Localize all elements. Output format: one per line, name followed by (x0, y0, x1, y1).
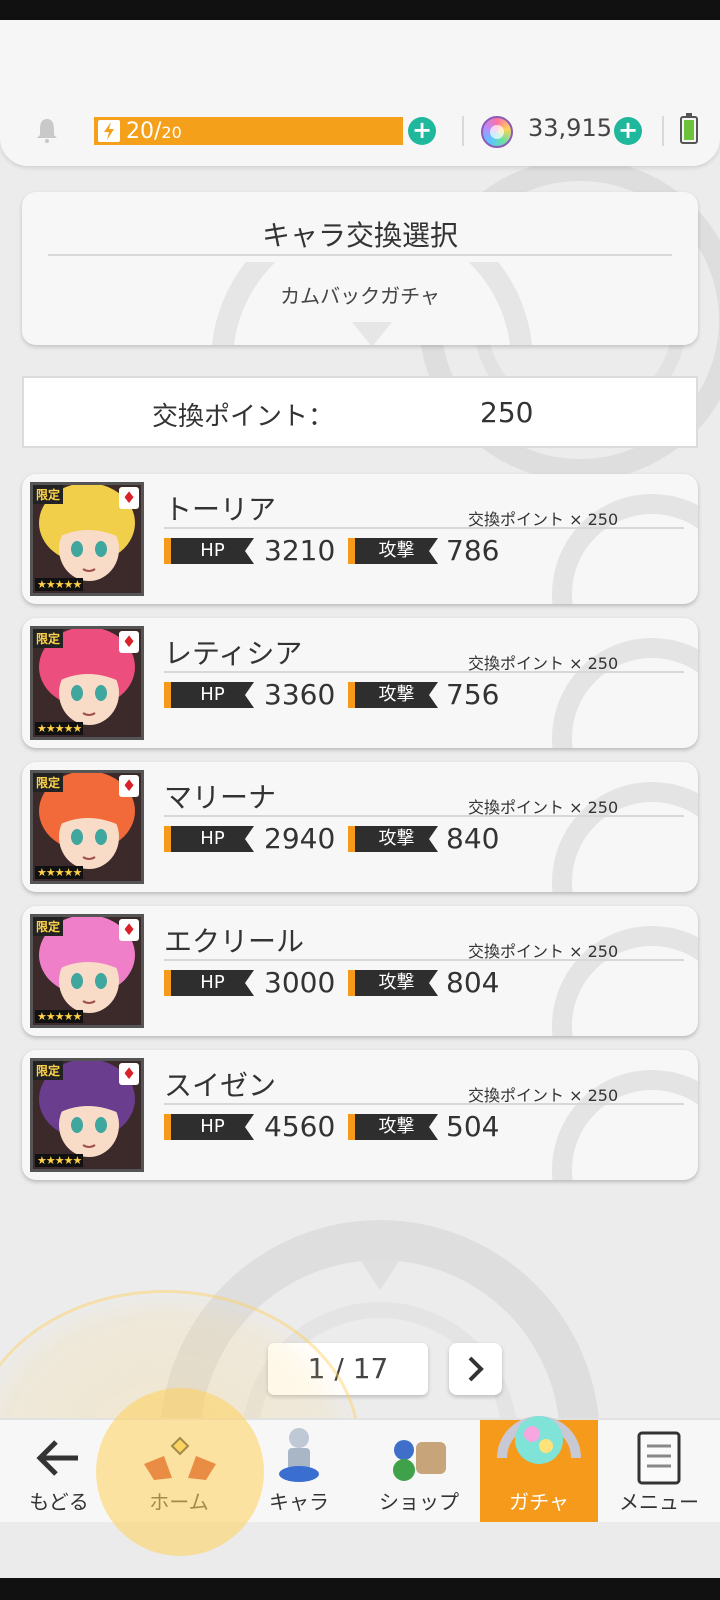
gacha-icon (497, 1416, 581, 1464)
card-divider (164, 959, 684, 961)
rarity-stars: ★★★★★ (35, 1154, 84, 1167)
character-name: トーリア (164, 493, 277, 526)
card-emblem (552, 1070, 698, 1180)
character-card[interactable]: 限定 ♦ ★★★★★ トーリア 交換ポイント × 250 HP 3210 攻撃 … (22, 474, 698, 604)
attack-value: 786 (446, 534, 500, 567)
stamina-text: 20/20 (126, 118, 182, 144)
hp-label: HP (164, 682, 254, 708)
nav-chara[interactable]: キャラ (240, 1420, 358, 1524)
system-status-bar (0, 0, 720, 20)
card-emblem (552, 638, 698, 748)
home-icon (144, 1436, 216, 1480)
chara-icon (279, 1428, 319, 1482)
attack-value: 756 (446, 678, 500, 711)
nav-bottom-strip (0, 1522, 720, 1578)
limited-tag: 限定 (33, 1061, 64, 1080)
hp-label: HP (164, 538, 254, 564)
hp-value: 3000 (264, 966, 336, 999)
nav-menu[interactable]: メニュー (600, 1420, 718, 1524)
attack-value: 840 (446, 822, 500, 855)
menu-icon (637, 1431, 681, 1485)
card-divider (164, 1103, 684, 1105)
character-portrait[interactable]: 限定 ♦ ★★★★★ (30, 482, 144, 596)
character-portrait[interactable]: 限定 ♦ ★★★★★ (30, 626, 144, 740)
diamond-suit-icon: ♦ (119, 775, 139, 797)
system-nav-bar (0, 1578, 720, 1600)
rarity-stars: ★★★★★ (35, 866, 84, 879)
title-divider (48, 254, 672, 256)
card-divider (164, 671, 684, 673)
card-divider (164, 815, 684, 817)
attack-label: 攻撃 (348, 970, 438, 996)
character-portrait[interactable]: 限定 ♦ ★★★★★ (30, 914, 144, 1028)
nav-gacha[interactable]: ガチャ (480, 1416, 598, 1524)
character-portrait[interactable]: 限定 ♦ ★★★★★ (30, 770, 144, 884)
limited-tag: 限定 (33, 773, 64, 792)
rarity-stars: ★★★★★ (35, 722, 84, 735)
stamina-bar: 20/20 (94, 117, 403, 145)
nav-shop[interactable]: ショップ (360, 1420, 478, 1524)
page-title: キャラ交換選択 (261, 219, 458, 252)
card-emblem (552, 782, 698, 892)
attack-value: 804 (446, 966, 500, 999)
bottom-nav: もどる ホーム キャラ ショップ ガチャ メニュー (0, 1416, 720, 1524)
gem-count: 33,915 (528, 114, 612, 142)
hp-value: 4560 (264, 1110, 336, 1143)
rarity-stars: ★★★★★ (35, 578, 84, 591)
hp-label: HP (164, 826, 254, 852)
rarity-stars: ★★★★★ (35, 1010, 84, 1023)
diamond-suit-icon: ♦ (119, 631, 139, 653)
character-card[interactable]: 限定 ♦ ★★★★★ スイゼン 交換ポイント × 250 HP 4560 攻撃 … (22, 1050, 698, 1180)
back-arrow-icon (36, 1440, 78, 1476)
card-emblem (552, 926, 698, 1036)
exchange-points-value: 250 (480, 396, 534, 429)
page-subtitle: カムバックガチャ (280, 284, 440, 308)
stamina-plus-button[interactable]: + (408, 117, 436, 145)
exchange-points-label: 交換ポイント： (152, 402, 335, 432)
attack-label: 攻撃 (348, 1114, 438, 1140)
attack-label: 攻撃 (348, 682, 438, 708)
character-name: マリーナ (164, 781, 277, 814)
hp-value: 3360 (264, 678, 336, 711)
header-divider (662, 116, 664, 146)
page-indicator: 1 / 17 (268, 1343, 428, 1395)
limited-tag: 限定 (33, 629, 64, 648)
battery-icon (680, 113, 698, 144)
exchange-points-panel: 交換ポイント： 250 (22, 376, 698, 448)
character-name: エクリール (164, 925, 305, 958)
bolt-icon (98, 120, 120, 142)
nav-back[interactable]: もどる (0, 1420, 118, 1524)
title-panel: キャラ交換選択 カムバックガチャ (22, 192, 698, 345)
character-name: スイゼン (164, 1069, 277, 1102)
shop-icon (393, 1440, 446, 1481)
attack-label: 攻撃 (348, 538, 438, 564)
hp-label: HP (164, 970, 254, 996)
nav-home[interactable]: ホーム (120, 1420, 238, 1524)
attack-label: 攻撃 (348, 826, 438, 852)
gem-icon (481, 116, 513, 148)
header-divider (462, 116, 464, 146)
hp-value: 3210 (264, 534, 336, 567)
card-emblem (552, 494, 698, 604)
card-divider (164, 527, 684, 529)
attack-value: 504 (446, 1110, 500, 1143)
bell-icon[interactable] (34, 117, 60, 143)
gem-plus-button[interactable]: + (614, 117, 642, 145)
hp-value: 2940 (264, 822, 336, 855)
character-card[interactable]: 限定 ♦ ★★★★★ エクリール 交換ポイント × 250 HP 3000 攻撃… (22, 906, 698, 1036)
limited-tag: 限定 (33, 917, 64, 936)
diamond-suit-icon: ♦ (119, 487, 139, 509)
diamond-suit-icon: ♦ (119, 1063, 139, 1085)
character-portrait[interactable]: 限定 ♦ ★★★★★ (30, 1058, 144, 1172)
character-card[interactable]: 限定 ♦ ★★★★★ レティシア 交換ポイント × 250 HP 3360 攻撃… (22, 618, 698, 748)
limited-tag: 限定 (33, 485, 64, 504)
character-card[interactable]: 限定 ♦ ★★★★★ マリーナ 交換ポイント × 250 HP 2940 攻撃 … (22, 762, 698, 892)
diamond-suit-icon: ♦ (119, 919, 139, 941)
hp-label: HP (164, 1114, 254, 1140)
character-name: レティシア (164, 637, 303, 670)
